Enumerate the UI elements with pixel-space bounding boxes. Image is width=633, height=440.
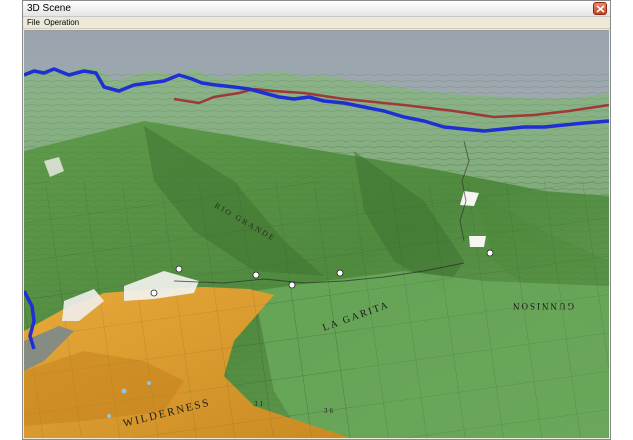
- map-label-gunnison: GUNNISON: [511, 301, 574, 311]
- menu-file[interactable]: File: [27, 18, 40, 27]
- map-marker: [150, 289, 158, 297]
- menu-operation[interactable]: Operation: [44, 18, 79, 27]
- map-number: 31: [254, 400, 265, 408]
- app-window: 3D Scene File Operation LA GARITA GUNNIS…: [22, 0, 611, 440]
- lake: [107, 414, 111, 418]
- lake: [147, 381, 151, 385]
- map-marker: [288, 281, 296, 289]
- map-marker: [336, 269, 344, 277]
- map-number: 36: [324, 407, 335, 415]
- map-marker: [486, 249, 494, 257]
- title-bar[interactable]: 3D Scene: [23, 1, 610, 17]
- close-button[interactable]: [593, 2, 607, 15]
- clearing: [469, 236, 486, 247]
- menu-bar: File Operation: [23, 17, 610, 29]
- lake: [121, 388, 127, 394]
- 3d-scene-viewport[interactable]: LA GARITA GUNNISON WILDERNESS RIO GRANDE…: [24, 30, 609, 438]
- map-marker: [252, 271, 260, 279]
- terrain-view[interactable]: LA GARITA GUNNISON WILDERNESS RIO GRANDE…: [24, 31, 609, 438]
- window-title: 3D Scene: [27, 3, 71, 14]
- close-icon: [596, 5, 605, 13]
- map-marker: [175, 265, 183, 273]
